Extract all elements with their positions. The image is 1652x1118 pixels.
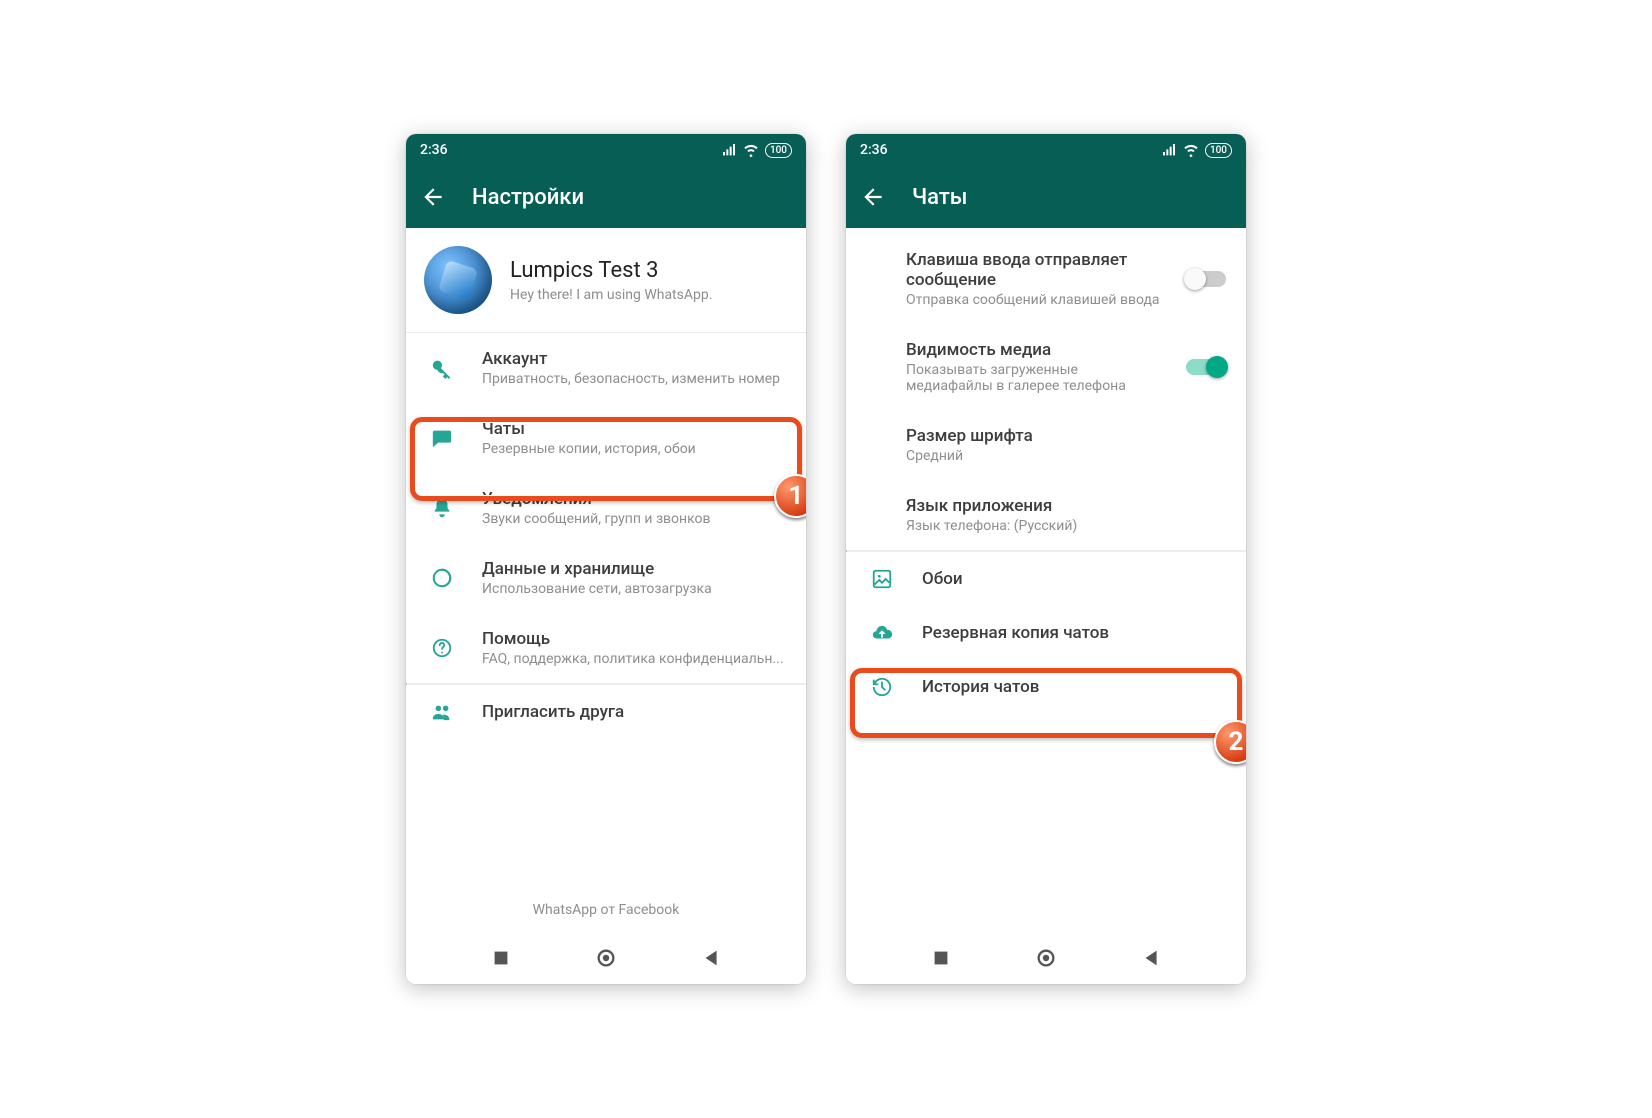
app-bar: Настройки <box>406 166 806 228</box>
help-icon <box>428 637 456 659</box>
row-label: Данные и хранилище <box>482 559 786 579</box>
wifi-icon <box>743 142 759 158</box>
phone-left: 2:36 100 Настройки Lumpics Test 3 Hey th… <box>406 134 806 984</box>
status-time: 2:36 <box>860 142 888 158</box>
row-chat-backup[interactable]: Резервная копия чатов <box>846 606 1246 660</box>
profile-name: Lumpics Test 3 <box>510 258 712 283</box>
avatar <box>424 246 492 314</box>
nav-home-icon[interactable] <box>1035 947 1057 969</box>
row-sub: Показывать загруженные медиафайлы в гале… <box>906 362 1160 394</box>
row-notifications[interactable]: Уведомления Звуки сообщений, групп и зво… <box>406 473 806 543</box>
footer-text: WhatsApp от Facebook <box>406 884 806 928</box>
appbar-title: Чаты <box>912 185 968 210</box>
battery-pill: 100 <box>765 143 792 158</box>
row-chats[interactable]: Чаты Резервные копии, история, обои <box>406 403 806 473</box>
toggle-enter[interactable] <box>1186 271 1226 287</box>
row-label: Резервная копия чатов <box>922 623 1226 643</box>
row-sub: Резервные копии, история, обои <box>482 441 786 457</box>
profile-row[interactable]: Lumpics Test 3 Hey there! I am using Wha… <box>406 228 806 333</box>
nav-back-icon[interactable] <box>701 947 723 969</box>
back-icon[interactable] <box>420 184 446 210</box>
signal-icon <box>721 142 737 158</box>
row-label: Обои <box>922 569 1226 589</box>
status-time: 2:36 <box>420 142 448 158</box>
profile-status: Hey there! I am using WhatsApp. <box>510 287 712 303</box>
row-label: Клавиша ввода отправляет сообщение <box>906 250 1160 290</box>
row-sub: Звуки сообщений, групп и звонков <box>482 511 786 527</box>
row-wallpaper[interactable]: Обои <box>846 552 1246 606</box>
row-font-size[interactable]: Размер шрифта Средний <box>846 410 1246 480</box>
battery-pill: 100 <box>1205 143 1232 158</box>
status-right: 100 <box>721 142 792 158</box>
signal-icon <box>1161 142 1177 158</box>
chat-icon <box>428 427 456 449</box>
appbar-title: Настройки <box>472 185 584 210</box>
row-label: История чатов <box>922 677 1226 697</box>
toggle-media[interactable] <box>1186 359 1226 375</box>
row-app-language[interactable]: Язык приложения Язык телефона: (Русский) <box>846 480 1246 550</box>
row-enter-key[interactable]: Клавиша ввода отправляет сообщение Отпра… <box>846 228 1246 324</box>
content: Lumpics Test 3 Hey there! I am using Wha… <box>406 228 806 932</box>
invite-icon <box>428 701 456 723</box>
row-label: Язык приложения <box>906 496 1226 516</box>
row-data[interactable]: Данные и хранилище Использование сети, а… <box>406 543 806 613</box>
row-label: Чаты <box>482 419 786 439</box>
back-icon[interactable] <box>860 184 886 210</box>
content: Клавиша ввода отправляет сообщение Отпра… <box>846 228 1246 932</box>
row-label: Видимость медиа <box>906 340 1160 360</box>
row-label: Размер шрифта <box>906 426 1226 446</box>
row-help[interactable]: Помощь FAQ, поддержка, политика конфиден… <box>406 613 806 683</box>
row-sub: Приватность, безопасность, изменить номе… <box>482 371 786 387</box>
nav-recent-icon[interactable] <box>490 947 512 969</box>
history-icon <box>868 676 896 698</box>
row-sub: Использование сети, автозагрузка <box>482 581 786 597</box>
nav-recent-icon[interactable] <box>930 947 952 969</box>
data-icon <box>428 567 456 589</box>
row-sub: Язык телефона: (Русский) <box>906 518 1226 534</box>
nav-back-icon[interactable] <box>1141 947 1163 969</box>
phone-right: 2:36 100 Чаты Клавиша ввода отправляет с… <box>846 134 1246 984</box>
row-label: Помощь <box>482 629 786 649</box>
row-sub: FAQ, поддержка, политика конфиденциальн.… <box>482 651 786 667</box>
row-chat-history[interactable]: История чатов <box>846 660 1246 714</box>
status-bar: 2:36 100 <box>406 134 806 166</box>
app-bar: Чаты <box>846 166 1246 228</box>
status-bar: 2:36 100 <box>846 134 1246 166</box>
nav-bar <box>846 932 1246 984</box>
bell-icon <box>428 497 456 519</box>
row-invite[interactable]: Пригласить друга <box>406 685 806 739</box>
row-account[interactable]: Аккаунт Приватность, безопасность, измен… <box>406 333 806 403</box>
row-label: Аккаунт <box>482 349 786 369</box>
wallpaper-icon <box>868 568 896 590</box>
row-label: Пригласить друга <box>482 702 786 722</box>
badge-2: 2 <box>1214 720 1246 764</box>
key-icon <box>428 357 456 379</box>
cloud-upload-icon <box>868 622 896 644</box>
row-media-visibility[interactable]: Видимость медиа Показывать загруженные м… <box>846 324 1246 410</box>
row-sub: Средний <box>906 448 1226 464</box>
wifi-icon <box>1183 142 1199 158</box>
row-sub: Отправка сообщений клавишей ввода <box>906 292 1160 308</box>
status-right: 100 <box>1161 142 1232 158</box>
nav-home-icon[interactable] <box>595 947 617 969</box>
row-label: Уведомления <box>482 489 786 509</box>
nav-bar <box>406 932 806 984</box>
